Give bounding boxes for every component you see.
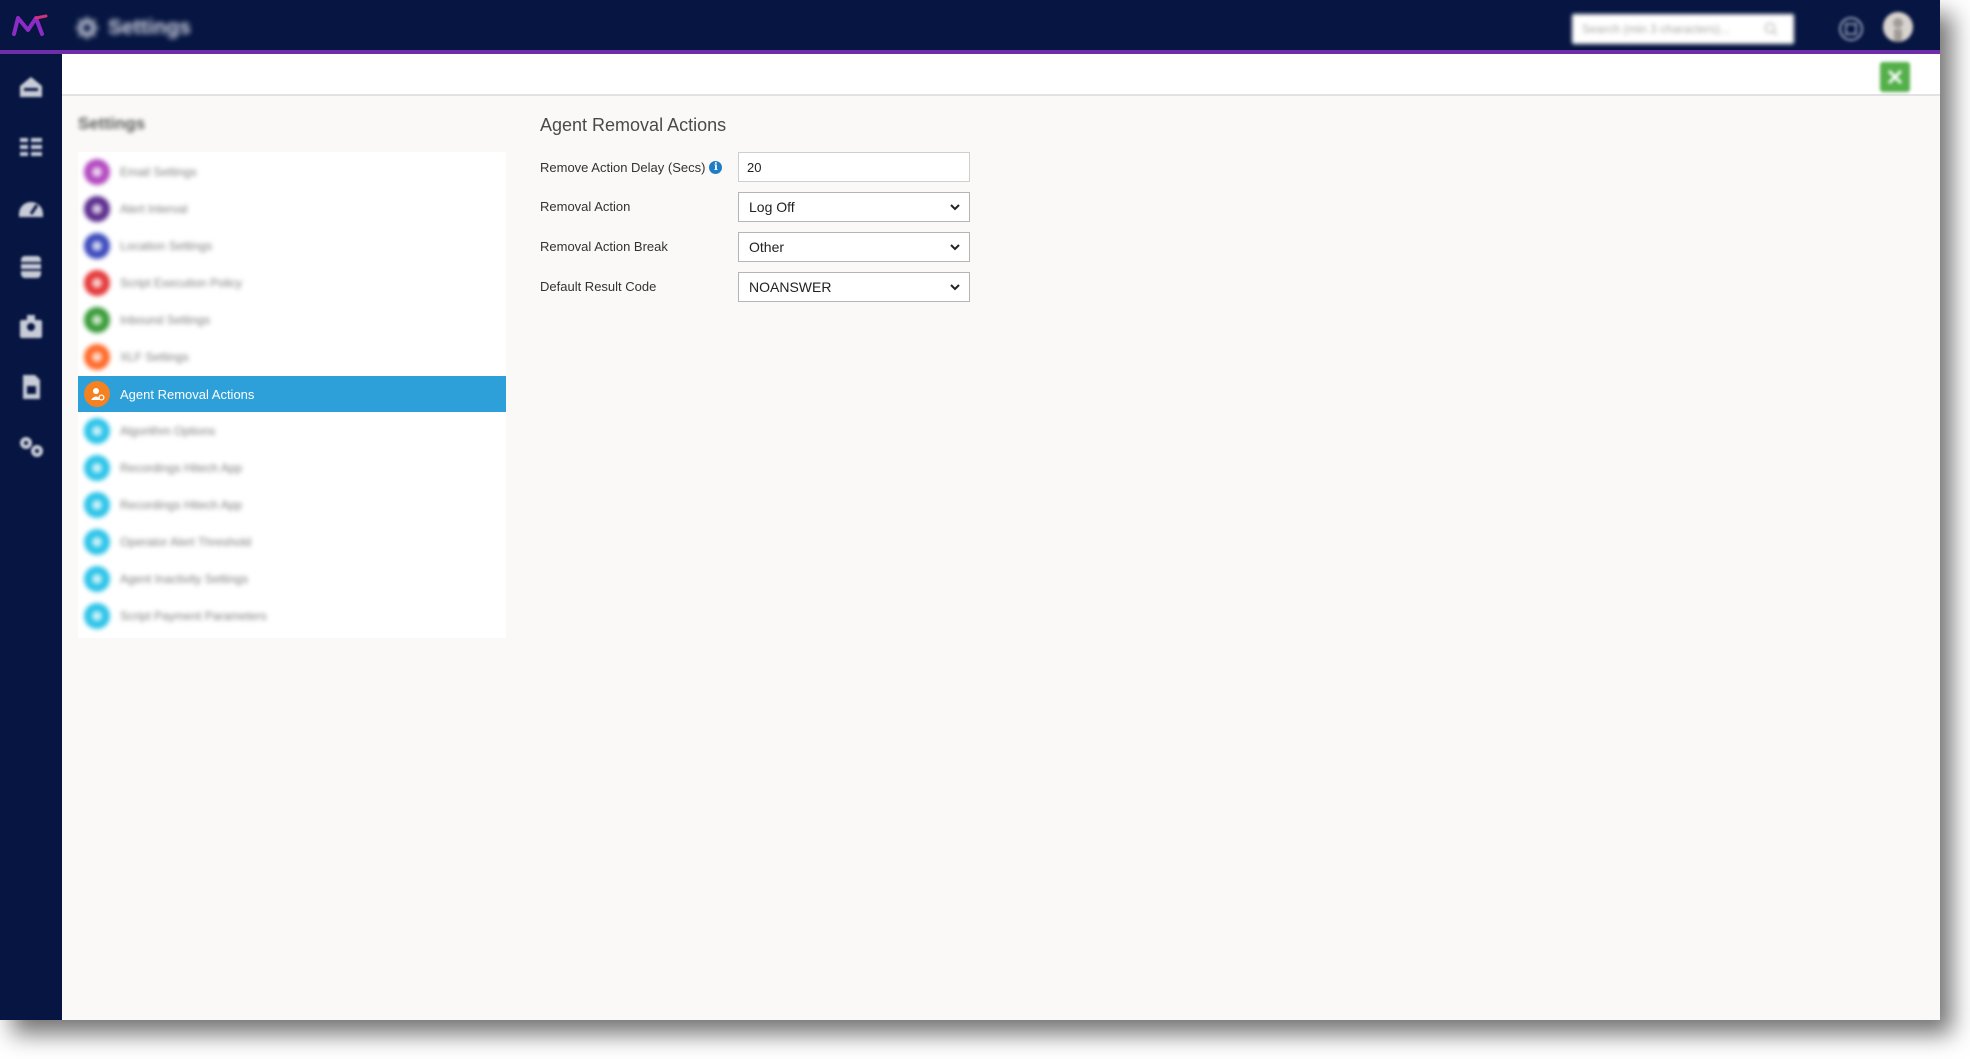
- spreadsheet-export-icon: [1887, 69, 1903, 85]
- settings-item-inbound-settings[interactable]: Inbound Settings: [78, 302, 506, 338]
- settings-item-icon: [84, 418, 110, 444]
- chevron-down-icon: [950, 244, 960, 251]
- left-nav: [0, 54, 62, 1020]
- settings-item-location-settings[interactable]: Location Settings: [78, 228, 506, 264]
- settings-item-label: Recordings Hitech App: [120, 498, 243, 512]
- settings-item-email-settings[interactable]: Email Settings: [78, 154, 506, 190]
- default-result-code-label: Default Result Code: [540, 279, 657, 294]
- default-result-code-value: NOANSWER: [749, 279, 832, 295]
- contacts-icon[interactable]: [16, 312, 46, 342]
- settings-list: Email Settings Alert Interval Location Set…: [78, 152, 506, 638]
- settings-item-label: XLF Settings: [120, 350, 189, 364]
- settings-item-label: Recordings Hitech App: [120, 461, 243, 475]
- settings-item-label: Alert Interval: [120, 202, 188, 216]
- settings-item-icon: [84, 159, 110, 185]
- user-avatar[interactable]: [1883, 12, 1913, 42]
- delay-label-text: Remove Action Delay (Secs): [540, 160, 706, 175]
- settings-item-icon: [84, 233, 110, 259]
- settings-gear-icon: [76, 17, 98, 39]
- removal-action-label: Removal Action: [540, 199, 631, 214]
- settings-heading: Settings: [78, 114, 146, 133]
- settings-item-label: Location Settings: [120, 239, 213, 253]
- settings-item-script-payment-parameters[interactable]: Script Payment Parameters: [78, 598, 506, 634]
- settings-item-label: Email Settings: [120, 165, 197, 179]
- settings-item-agent-inactivity-settings[interactable]: Agent Inactivity Settings: [78, 561, 506, 597]
- removal-action-select[interactable]: Log Off: [738, 192, 970, 222]
- removal-action-break-value: Other: [749, 239, 785, 255]
- settings-item-icon: [84, 603, 110, 629]
- settings-item-agent-removal-actions[interactable]: Agent Removal Actions: [78, 376, 506, 412]
- removal-action-break-label: Removal Action Break: [540, 239, 668, 254]
- document-icon[interactable]: [16, 372, 46, 402]
- settings-item-icon: [84, 455, 110, 481]
- settings-item-label: Agent Inactivity Settings: [120, 572, 249, 586]
- user-icon: [1893, 18, 1903, 42]
- dashboard-icon[interactable]: [16, 192, 46, 222]
- database-icon[interactable]: [16, 252, 46, 282]
- settings-item-icon: [84, 270, 110, 296]
- settings-item-recordings-hitech-app[interactable]: Recordings Hitech App: [78, 487, 506, 523]
- page-title-text: Settings: [108, 16, 191, 39]
- settings-item-label: Script Payment Parameters: [120, 609, 267, 623]
- global-search[interactable]: [1572, 14, 1794, 44]
- export-button[interactable]: [1880, 62, 1910, 92]
- removal-action-break-select[interactable]: Other: [738, 232, 970, 262]
- tools-icon[interactable]: [16, 432, 46, 462]
- app-window: Settings Search (min 3 characters)... Se…: [0, 0, 1940, 1020]
- settings-item-label: Operator Alert Threshold: [120, 535, 252, 549]
- chevron-down-icon: [950, 284, 960, 291]
- settings-item-operator-alert-threshold[interactable]: Operator Alert Threshold: [78, 524, 506, 560]
- settings-item-alert-interval[interactable]: Alert Interval: [78, 191, 506, 227]
- chevron-down-icon: [950, 204, 960, 211]
- default-result-code-select[interactable]: NOANSWER: [738, 272, 970, 302]
- settings-item-label: Agent Removal Actions: [120, 386, 255, 402]
- settings-item-icon: [84, 307, 110, 333]
- settings-item-script-execution-policy[interactable]: Script Execution Policy: [78, 265, 506, 301]
- settings-item-algorithm-options[interactable]: Algorithm Options: [78, 413, 506, 449]
- brand-logo-icon[interactable]: [8, 10, 52, 42]
- settings-item-icon: [84, 492, 110, 518]
- search-icon[interactable]: [1764, 22, 1778, 36]
- settings-item-label: Inbound Settings: [120, 313, 211, 327]
- agent-remove-icon: [84, 381, 110, 407]
- top-bar: Settings: [0, 0, 1940, 54]
- settings-item-label: Algorithm Options: [120, 424, 216, 438]
- settings-item-icon: [84, 566, 110, 592]
- search-input[interactable]: [1580, 21, 1764, 37]
- grid-icon[interactable]: [16, 132, 46, 162]
- settings-item-icon: [84, 529, 110, 555]
- settings-item-icon: [84, 344, 110, 370]
- home-icon[interactable]: [16, 72, 46, 102]
- settings-item-icon: [84, 196, 110, 222]
- form-title: Agent Removal Actions: [540, 115, 727, 135]
- page-title: Settings: [76, 12, 191, 44]
- help-icon[interactable]: [1838, 16, 1864, 42]
- settings-item-xlf-settings[interactable]: XLF Settings: [78, 339, 506, 375]
- settings-item-label: Script Execution Policy: [120, 276, 243, 290]
- delay-label: Remove Action Delay (Secs) i: [540, 160, 723, 175]
- remove-action-delay-input[interactable]: [738, 152, 970, 182]
- settings-item-recordings-hitech-app[interactable]: Recordings Hitech App: [78, 450, 506, 486]
- toolbar: [62, 54, 1940, 96]
- removal-action-value: Log Off: [749, 199, 795, 215]
- info-icon[interactable]: i: [709, 161, 723, 174]
